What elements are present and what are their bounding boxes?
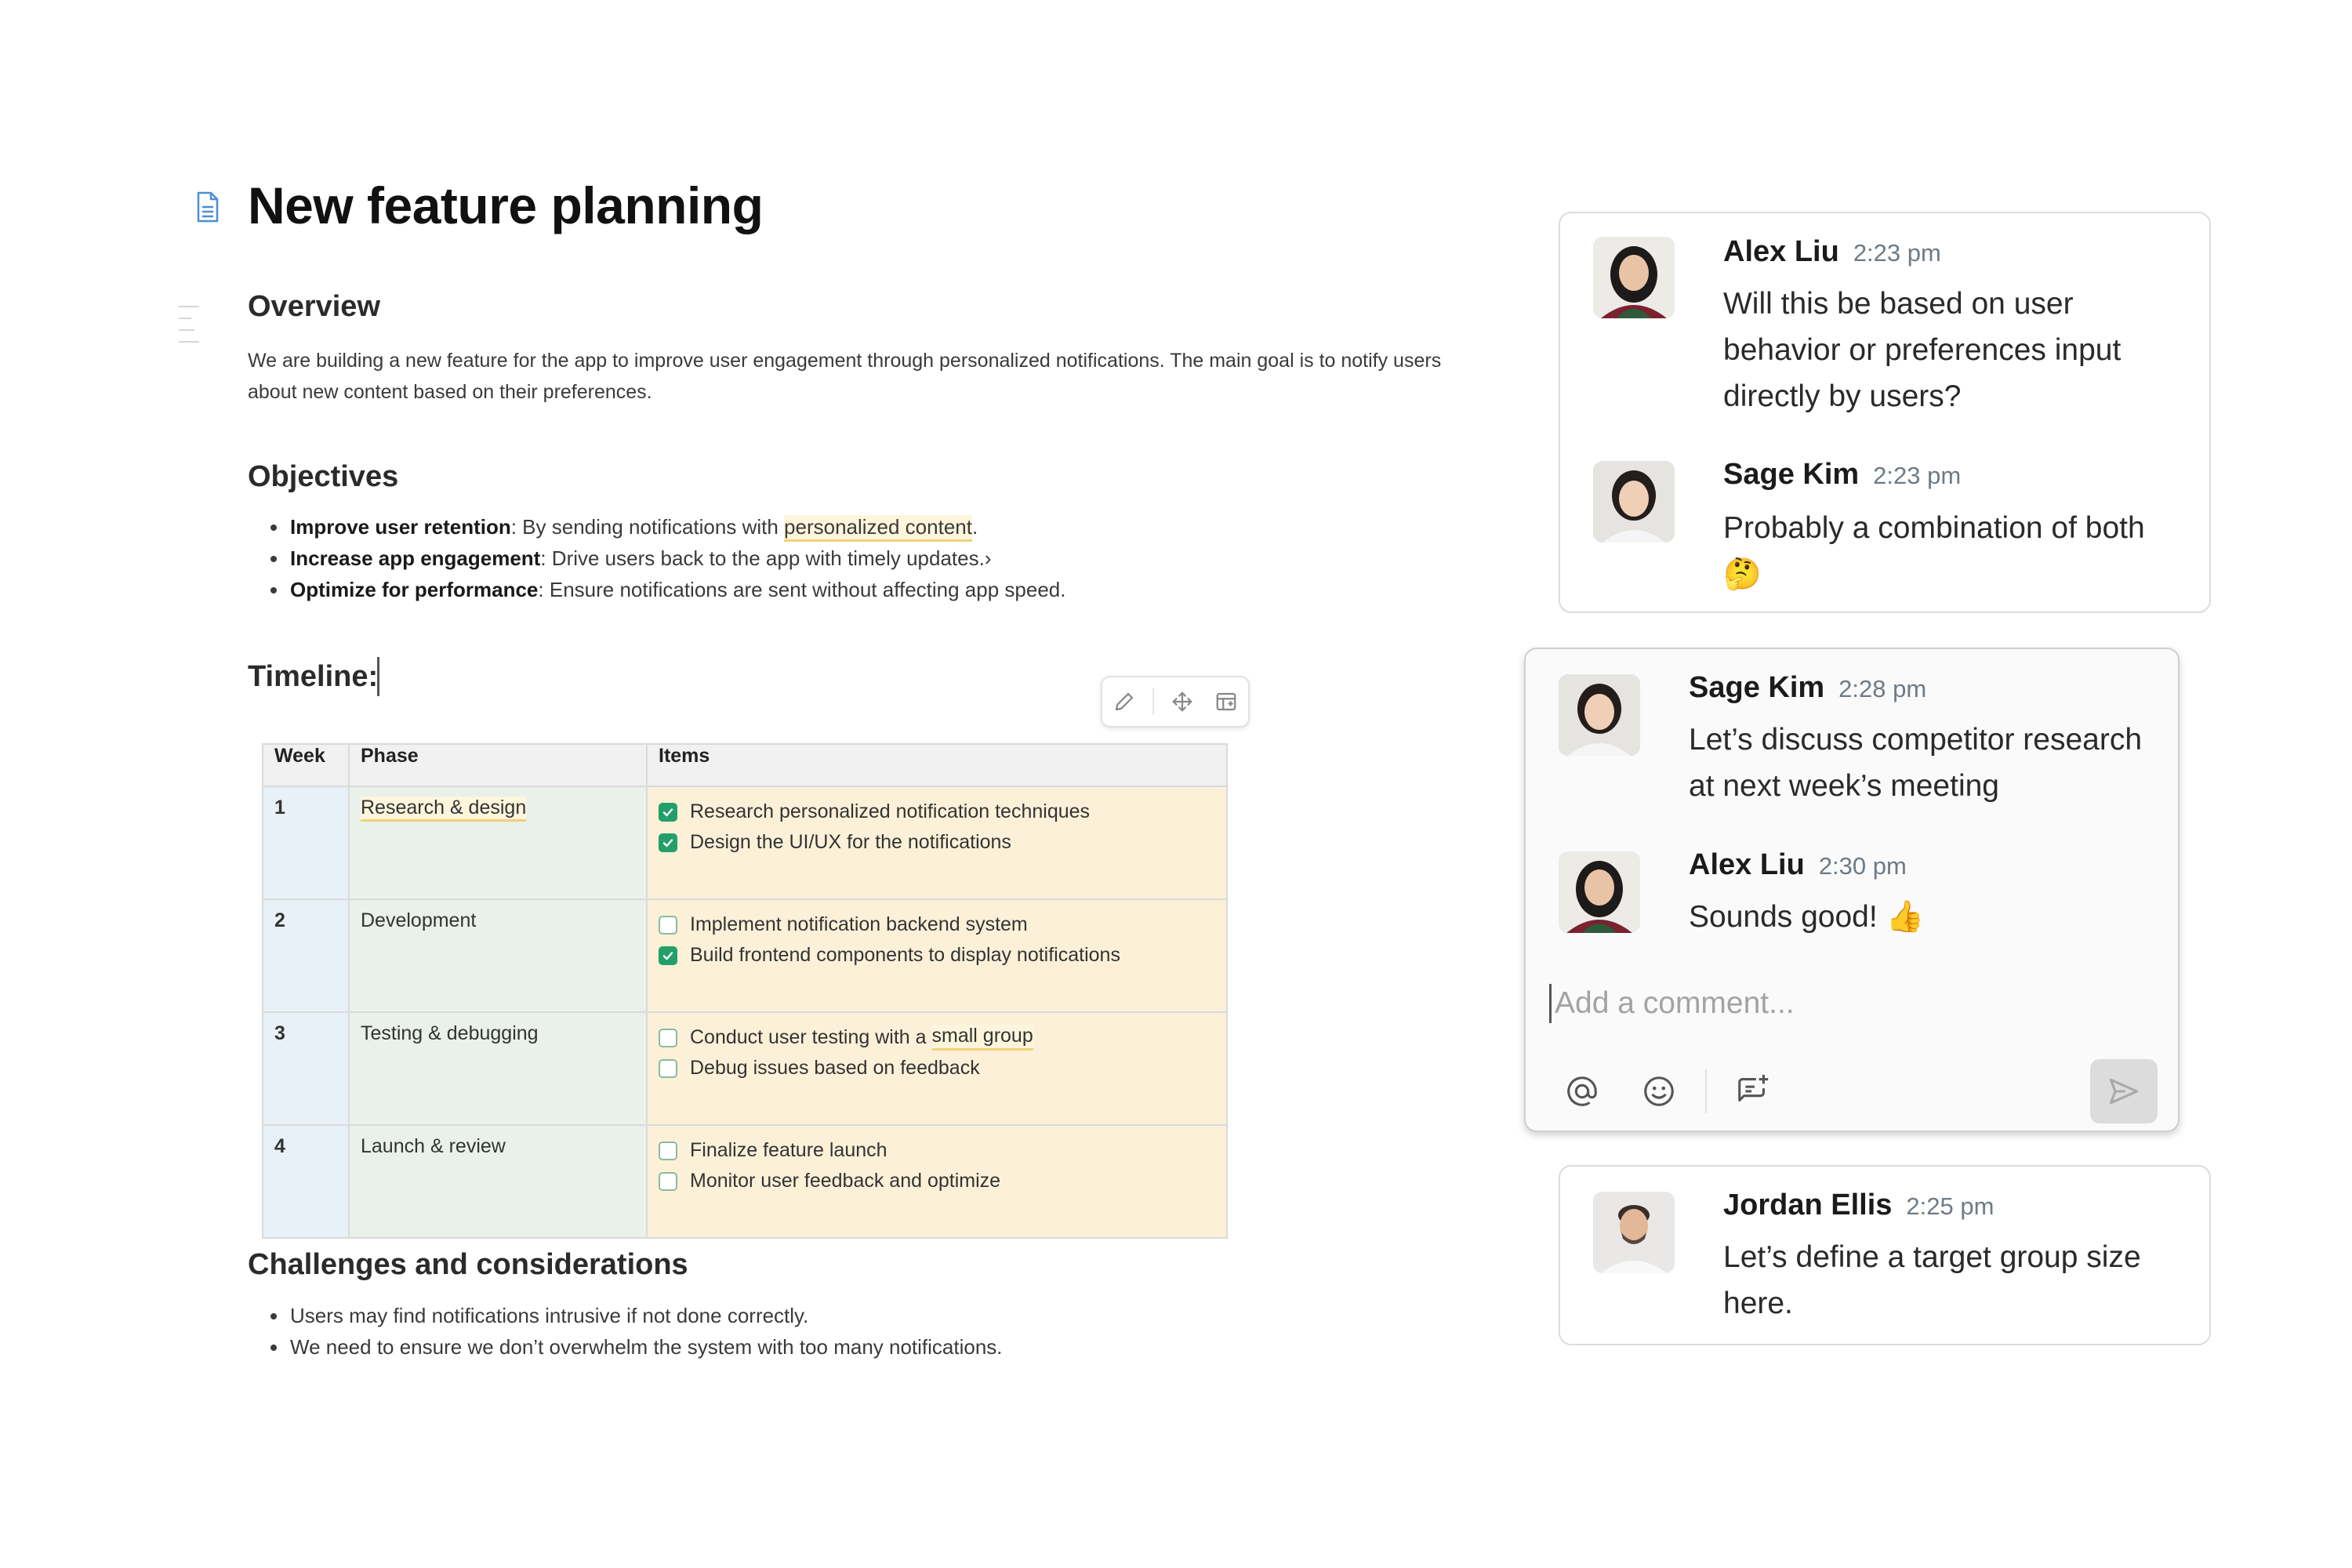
table-toolbar [1101,676,1250,728]
checkbox-checked[interactable] [659,802,677,822]
toolbar-divider [1152,688,1154,715]
comment-input[interactable]: Add a comment... [1549,980,2161,1027]
thumbs-up-emoji: 👍 [1886,899,1925,935]
comment-author: Alex Liu 2:30 pm [1689,848,1907,881]
challenge-item[interactable]: We need to ensure we don’t overwhelm the… [289,1331,1003,1363]
overview-paragraph[interactable]: We are building a new feature for the ap… [248,345,1447,408]
comment-time: 2:23 pm [1873,462,1962,489]
checkbox-checked[interactable] [659,946,677,965]
pencil-icon[interactable] [1109,686,1140,717]
document-icon [197,191,219,223]
checkbox-unchecked[interactable] [659,915,677,935]
comment-body: Will this be based on user behavior or p… [1723,287,2122,413]
timeline-table: Week Phase Items 1 Research & design Res… [262,743,1228,1239]
week-cell[interactable]: 2 [262,898,350,1013]
checklist-item: Implement notification backend system [659,909,1215,940]
checklist-item: Design the UI/UX for the notifications [659,827,1215,858]
phase-cell[interactable]: Testing & debugging [348,1011,648,1126]
avatar-alex-liu [1593,237,1675,318]
items-cell[interactable]: Research personalized notification techn… [646,786,1228,900]
checklist-item: Build frontend components to display not… [659,940,1215,971]
page-title[interactable]: New feature planning [248,176,764,235]
highlighted-text: Research & design [361,797,527,822]
objectives-heading[interactable]: Objectives [248,460,398,494]
challenges-heading[interactable]: Challenges and considerations [248,1248,688,1282]
thinking-emoji: 🤔 [1723,557,1762,592]
comment-author: Alex Liu 2:23 pm [1723,235,1941,268]
emoji-icon[interactable] [1639,1071,1679,1112]
phase-cell[interactable]: Development [348,898,648,1013]
checkbox-checked[interactable] [659,833,677,852]
objective-item[interactable]: Improve user retention: By sending notif… [289,511,1065,543]
week-cell[interactable]: 3 [262,1011,350,1126]
mention-icon[interactable] [1562,1071,1602,1112]
add-attachment-icon[interactable] [1733,1069,1773,1110]
checklist-item: Finalize feature launch [659,1135,1215,1166]
comment-body: Sounds good! 👍 [1689,899,1925,935]
checklist-item: Monitor user feedback and optimize [659,1166,1215,1196]
move-icon[interactable] [1167,686,1198,717]
avatar-jordan-ellis [1593,1192,1675,1273]
checkbox-unchecked[interactable] [659,1141,677,1160]
comment-time: 2:23 pm [1853,239,1941,267]
comment-body: Let’s define a target group size here. [1723,1240,2141,1320]
text-cursor [377,657,379,696]
comment-time: 2:28 pm [1838,675,1927,702]
items-cell[interactable]: Conduct user testing with a small group … [646,1011,1228,1126]
checklist-item: Debug issues based on feedback [659,1053,1215,1083]
comment-time: 2:25 pm [1906,1192,1994,1220]
table-row: 4 Launch & review Finalize feature launc… [262,1124,1228,1239]
table-settings-icon[interactable] [1210,686,1242,717]
checklist-item: Research personalized notification techn… [659,797,1215,827]
items-cell[interactable]: Implement notification backend system Bu… [646,898,1228,1013]
comment-author: Sage Kim 2:28 pm [1689,671,1927,704]
objectives-list: Improve user retention: By sending notif… [248,511,1065,605]
week-cell[interactable]: 4 [262,1124,350,1239]
timeline-heading[interactable]: Timeline: [248,660,378,694]
text-cursor [1549,984,1552,1023]
week-cell[interactable]: 1 [262,786,350,900]
comment-body: Let’s discuss competitor research at nex… [1689,723,2143,803]
phase-cell[interactable]: Launch & review [348,1124,648,1239]
items-cell[interactable]: Finalize feature launch Monitor user fee… [646,1124,1228,1239]
composer-divider [1705,1069,1707,1113]
column-header-week[interactable]: Week [262,743,350,787]
checklist-item: Conduct user testing with a small group [659,1022,1215,1053]
column-header-phase[interactable]: Phase [348,743,648,787]
phase-cell[interactable]: Research & design [348,786,648,900]
table-row: 2 Development Implement notification bac… [262,898,1228,1013]
comment-author: Sage Kim 2:23 pm [1723,458,1962,491]
table-row: 1 Research & design Research personalize… [262,786,1228,900]
avatar-sage-kim [1593,461,1675,543]
challenge-item[interactable]: Users may find notifications intrusive i… [289,1300,1003,1331]
table-header-row: Week Phase Items [262,743,1228,787]
objective-item[interactable]: Increase app engagement: Drive users bac… [289,543,1065,574]
comment-author: Jordan Ellis 2:25 pm [1723,1189,1994,1221]
send-icon [2109,1078,2139,1105]
checkbox-unchecked[interactable] [659,1028,677,1047]
challenges-list: Users may find notifications intrusive i… [248,1300,1003,1363]
overview-heading[interactable]: Overview [248,290,380,324]
checkbox-unchecked[interactable] [659,1171,677,1191]
table-row: 3 Testing & debugging Conduct user testi… [262,1011,1228,1126]
avatar-alex-liu [1559,851,1640,933]
avatar-sage-kim [1559,674,1640,756]
objective-item[interactable]: Optimize for performance: Ensure notific… [289,574,1065,605]
outline-handle[interactable] [179,306,199,353]
highlighted-text: small group [931,1025,1033,1051]
highlighted-text: personalized content [784,515,972,542]
column-header-items[interactable]: Items [646,743,1228,787]
comment-time: 2:30 pm [1818,852,1907,880]
comment-body: Probably a combination of both 🤔 [1723,511,2145,592]
checkbox-unchecked[interactable] [659,1058,677,1078]
send-button[interactable] [2090,1059,2158,1123]
